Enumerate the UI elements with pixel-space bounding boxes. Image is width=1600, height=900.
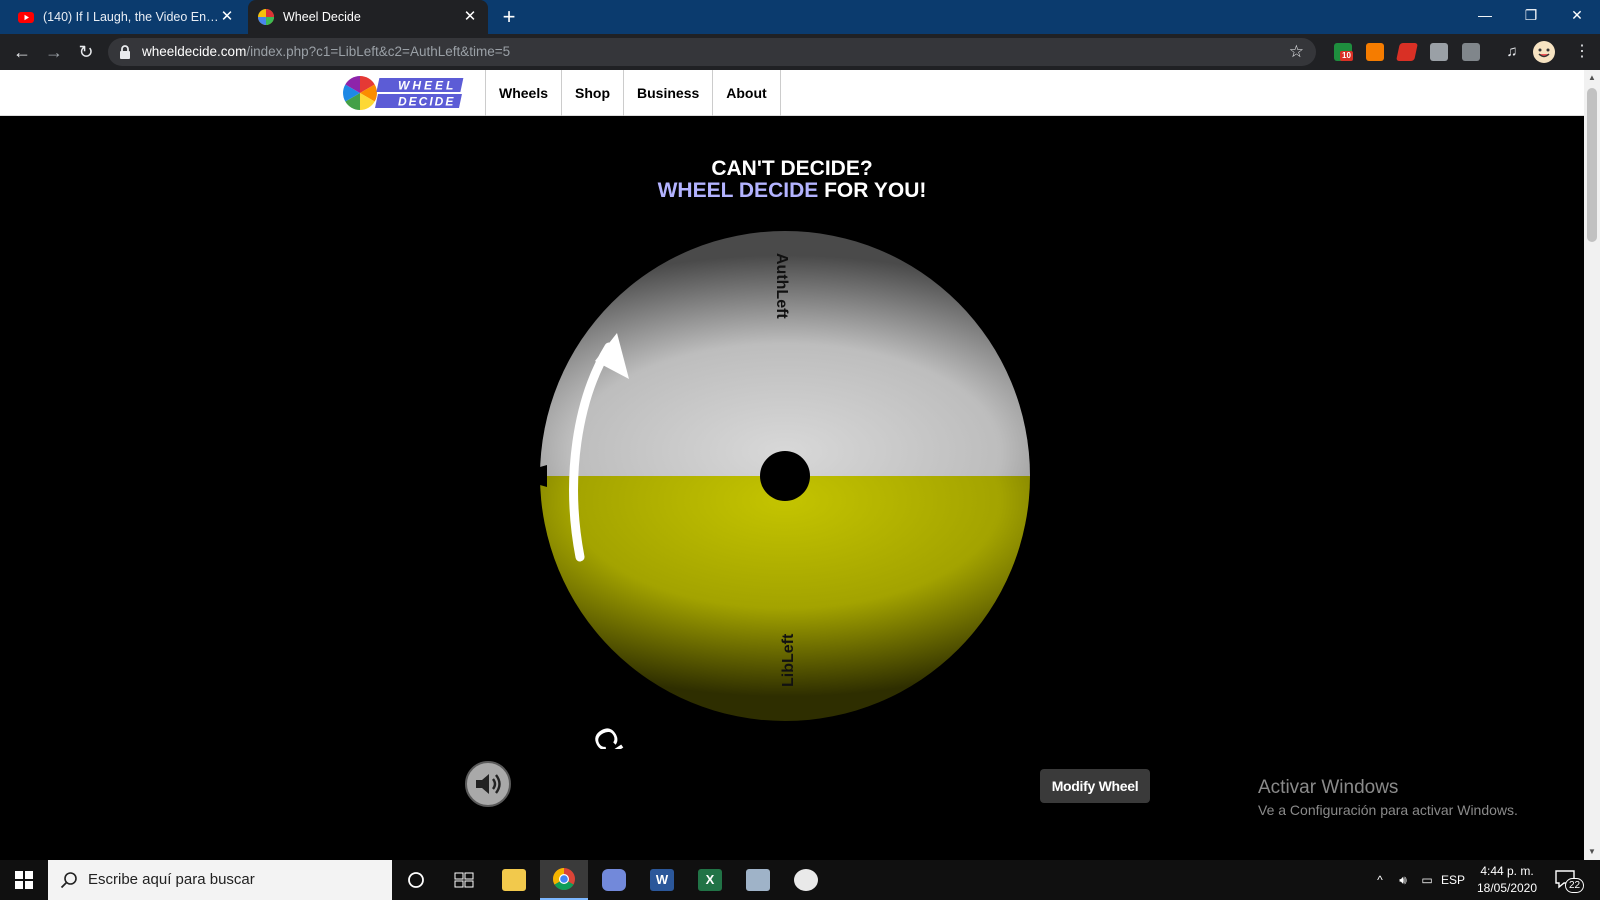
browser-tab-strip: (140) If I Laugh, the Video Ends ( ✕ Whe…: [0, 0, 1600, 34]
reload-icon[interactable]: ↻: [74, 40, 98, 64]
spin-wheel[interactable]: AuthLeft LibLeft CLICK TO SPIN: [525, 229, 1045, 749]
paint-icon[interactable]: [782, 860, 830, 900]
new-tab-button[interactable]: +: [498, 6, 520, 29]
extension-orange-icon[interactable]: [1366, 43, 1384, 61]
close-window-button[interactable]: ✕: [1554, 0, 1600, 30]
activation-subtitle: Ve a Configuración para activar Windows.: [1258, 802, 1518, 818]
main-nav: Wheels Shop Business About: [485, 70, 781, 116]
speaker-icon: [476, 774, 501, 794]
tab-title: (140) If I Laugh, the Video Ends (: [43, 10, 219, 24]
page-content: CAN'T DECIDE? WHEEL DECIDE FOR YOU! Auth…: [0, 116, 1584, 860]
modify-wheel-button[interactable]: Modify Wheel: [1040, 769, 1150, 803]
action-center-button[interactable]: 22: [1553, 868, 1585, 894]
media-control-icon[interactable]: ♫: [1500, 40, 1524, 64]
wheel-hub: [760, 451, 810, 501]
headline-accent: WHEEL DECIDE: [657, 179, 819, 202]
extension-gray-icon[interactable]: [1430, 43, 1448, 61]
forward-arrow-icon[interactable]: →: [42, 40, 66, 64]
scroll-up-arrow-icon[interactable]: ▲: [1584, 70, 1600, 86]
search-placeholder: Escribe aquí para buscar: [88, 871, 255, 888]
bookmark-star-icon[interactable]: ☆: [1289, 41, 1304, 63]
chrome-icon[interactable]: [540, 860, 588, 900]
address-bar[interactable]: wheeldecide.com/index.php?c1=LibLeft&c2=…: [108, 38, 1316, 66]
volume-icon[interactable]: 🔊︎: [1392, 860, 1414, 900]
wheel-label-authleft: AuthLeft: [773, 253, 790, 319]
svg-text:WHEEL: WHEEL: [398, 79, 456, 93]
headline-line2: WHEEL DECIDE FOR YOU!: [0, 180, 1584, 202]
file-explorer-icon[interactable]: [490, 860, 538, 900]
url-text: wheeldecide.com/index.php?c1=LibLeft&c2=…: [142, 38, 510, 66]
clock-date: 18/05/2020: [1476, 881, 1538, 895]
discord-icon[interactable]: [590, 860, 638, 900]
scrollbar-thumb[interactable]: [1587, 88, 1597, 242]
search-icon: [60, 872, 77, 889]
tray-overflow-icon[interactable]: ^: [1370, 860, 1390, 900]
click-to-spin-label: CLICK TO SPIN: [584, 720, 778, 749]
language-indicator[interactable]: ESP: [1440, 860, 1466, 900]
extension-red-icon[interactable]: [1396, 43, 1418, 61]
close-tab-icon[interactable]: ✕: [462, 9, 478, 25]
headline-line1: CAN'T DECIDE?: [711, 157, 873, 180]
word-icon[interactable]: W: [638, 860, 686, 900]
profile-avatar[interactable]: [1532, 40, 1556, 64]
extension-badge: 10: [1340, 51, 1353, 61]
network-icon[interactable]: ▭: [1416, 860, 1438, 900]
nav-business[interactable]: Business: [623, 70, 712, 116]
wheel-label-libleft: LibLeft: [780, 633, 797, 687]
clock-time: 4:44 p. m.: [1480, 864, 1534, 878]
taskbar-clock[interactable]: 4:44 p. m. 18/05/2020: [1468, 863, 1546, 897]
scroll-down-arrow-icon[interactable]: ▼: [1584, 844, 1600, 860]
youtube-icon: [18, 12, 34, 23]
wheel-pointer: [533, 465, 547, 487]
notification-count: 22: [1565, 878, 1585, 893]
url-path: /index.php?c1=LibLeft&c2=AuthLeft&time=5: [246, 44, 511, 59]
app-icon[interactable]: [734, 860, 782, 900]
page-scrollbar[interactable]: ▲ ▼: [1584, 70, 1600, 860]
windows-activation-watermark: Activar Windows Ve a Configuración para …: [1258, 776, 1518, 820]
avatar-emoji-icon: [1533, 41, 1555, 63]
excel-icon[interactable]: X: [686, 860, 734, 900]
tab-youtube[interactable]: (140) If I Laugh, the Video Ends ( ✕: [8, 0, 245, 34]
page-headline: CAN'T DECIDE? WHEEL DECIDE FOR YOU!: [0, 158, 1584, 202]
extension-green-badge-icon[interactable]: 10: [1334, 43, 1353, 61]
svg-text:DECIDE: DECIDE: [398, 95, 455, 109]
taskbar-search-input[interactable]: Escribe aquí para buscar: [48, 860, 392, 900]
windows-taskbar: Escribe aquí para buscar W X ^ 🔊︎ ▭ ESP …: [0, 860, 1600, 900]
task-view-icon[interactable]: [440, 860, 488, 900]
nav-wheels[interactable]: Wheels: [485, 70, 561, 116]
sound-toggle-button[interactable]: [465, 761, 511, 807]
url-host: wheeldecide.com: [142, 44, 247, 59]
restore-button[interactable]: ❐: [1508, 0, 1554, 30]
back-arrow-icon[interactable]: ←: [10, 40, 34, 64]
wheel-decide-icon: [258, 9, 274, 25]
wheel-decide-logo[interactable]: WHEEL DECIDE: [342, 75, 466, 111]
browser-menu-icon[interactable]: ⋮: [1570, 40, 1594, 64]
start-button[interactable]: [0, 860, 48, 900]
site-header: WHEEL DECIDE Wheels Shop Business About: [0, 70, 1584, 116]
tab-wheel-decide[interactable]: Wheel Decide ✕: [248, 0, 488, 34]
click-to-spin-text[interactable]: CLICK TO SPIN: [584, 720, 778, 749]
activation-title: Activar Windows: [1258, 777, 1399, 798]
extension-gray2-icon[interactable]: [1462, 43, 1480, 61]
browser-toolbar: ← → ↻ wheeldecide.com/index.php?c1=LibLe…: [0, 34, 1600, 70]
nav-about[interactable]: About: [712, 70, 781, 116]
tab-title: Wheel Decide: [283, 10, 361, 24]
lock-icon: [120, 45, 130, 59]
cortana-icon[interactable]: [392, 860, 440, 900]
minimize-button[interactable]: —: [1462, 0, 1508, 30]
windows-logo-icon: [15, 871, 33, 889]
headline-rest: FOR YOU!: [818, 179, 927, 202]
close-tab-icon[interactable]: ✕: [219, 9, 235, 25]
nav-shop[interactable]: Shop: [561, 70, 623, 116]
